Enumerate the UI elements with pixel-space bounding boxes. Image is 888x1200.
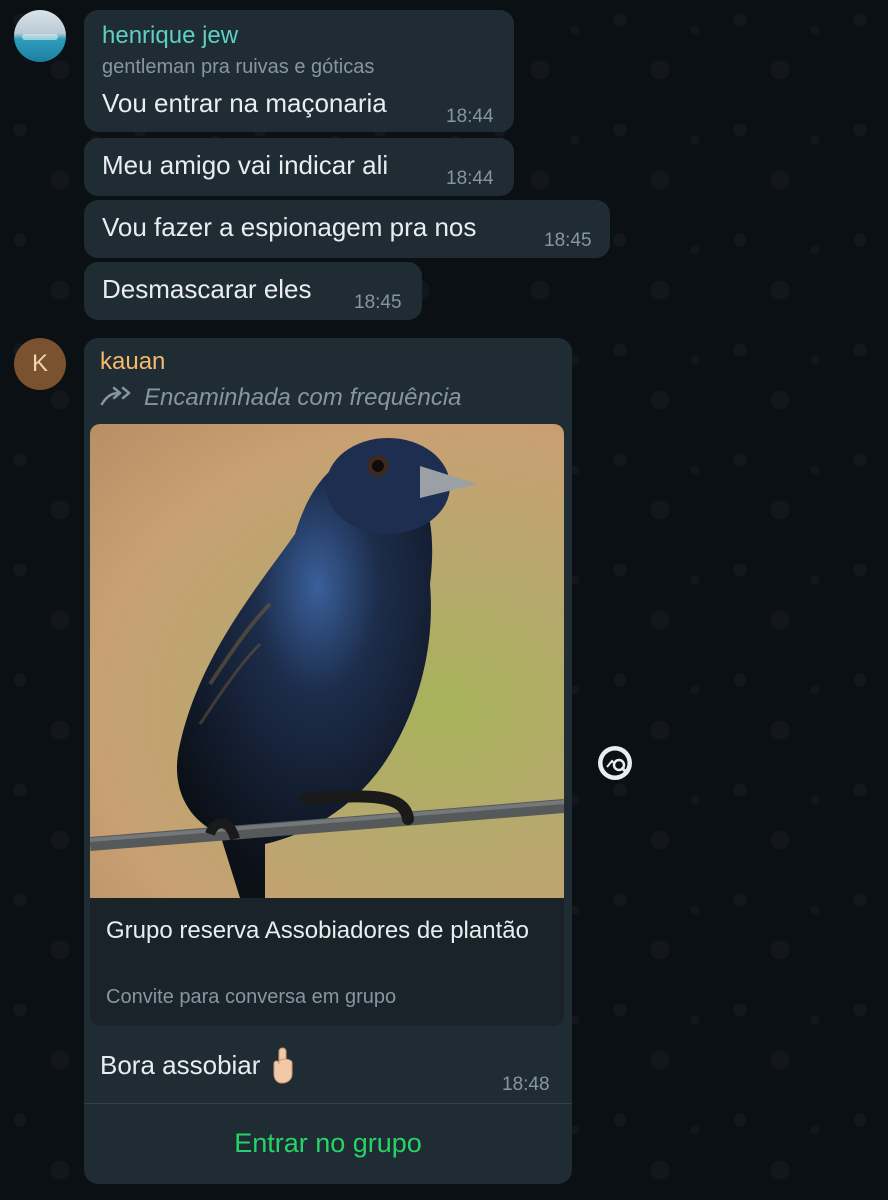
message-text: Vou fazer a espionagem pra nos [102,212,477,242]
forwarded-label: Encaminhada com frequência [100,384,462,412]
divider [84,1103,572,1104]
bird-illustration [90,438,564,898]
group-invite-message[interactable]: kauan Encaminhada com frequência Grupo r… [84,338,572,1184]
sender-name[interactable]: kauan [100,348,165,376]
message-bubble[interactable]: Meu amigo vai indicar ali 18:44 [84,138,514,196]
forwarded-text: Encaminhada com frequência [144,384,462,411]
message-time: 18:45 [354,292,402,313]
pointing-up-hand-icon [273,1047,293,1084]
invite-card[interactable]: Grupo reserva Assobiadores de plantão Co… [90,424,564,1026]
sender-name[interactable]: henrique jew [102,22,238,50]
message-text-row: Bora assobiar [100,1046,298,1084]
sender-subtitle: gentleman pra ruivas e góticas [102,56,375,78]
join-group-button[interactable]: Entrar no grupo [84,1128,572,1159]
invite-description: Convite para conversa em grupo [106,986,397,1008]
message-bubble[interactable]: Desmascarar eles 18:45 [84,262,422,320]
message-time: 18:45 [544,230,592,251]
search-image-icon[interactable] [596,744,634,782]
message-text: Desmascarar eles [102,274,312,304]
avatar[interactable]: K [14,338,66,390]
group-name: Grupo reserva Assobiadores de plantão [106,917,529,944]
message-time: 18:44 [446,168,494,189]
group-image[interactable] [90,424,564,898]
message-text: Meu amigo vai indicar ali [102,150,389,180]
message-bubble[interactable]: Vou fazer a espionagem pra nos 18:45 [84,200,610,258]
message-bubble[interactable]: henrique jew gentleman pra ruivas e góti… [84,10,514,132]
message-text: Bora assobiar [100,1049,261,1080]
chat-view: henrique jew gentleman pra ruivas e góti… [0,0,888,1200]
message-time: 18:44 [446,106,494,127]
message-time: 18:48 [502,1074,550,1095]
forward-arrows-icon [100,386,131,406]
avatar[interactable] [14,10,66,62]
message-text: Vou entrar na maçonaria [102,88,387,118]
